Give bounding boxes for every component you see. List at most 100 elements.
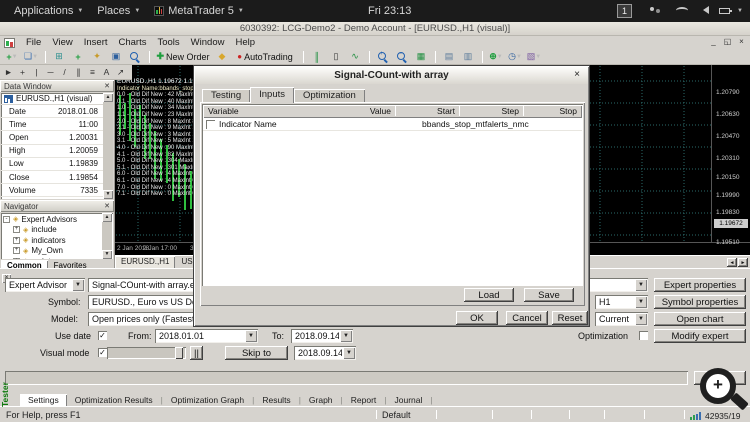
indicators-icon[interactable]: ⊕ ▼ xyxy=(487,50,505,64)
scroll-up-icon[interactable]: ▲ xyxy=(103,93,113,102)
tab-inputs[interactable]: Inputs xyxy=(250,87,294,103)
tab-scroll-right-icon[interactable]: ► xyxy=(738,258,748,267)
menu-tools[interactable]: Tools xyxy=(157,37,179,48)
expand-icon[interactable]: + xyxy=(13,226,20,234)
tray-chevron-down-icon[interactable]: ▼ xyxy=(737,8,743,14)
load-button[interactable]: Load xyxy=(464,288,514,302)
channel-icon[interactable]: ∥ xyxy=(72,65,85,79)
ok-button[interactable]: OK xyxy=(456,311,498,325)
tree-item-expert-advisors[interactable]: - ◈ Expert Advisors xyxy=(3,214,113,225)
tab-results[interactable]: Results xyxy=(254,394,298,406)
header-value[interactable]: Value xyxy=(333,105,391,118)
tester-type-select[interactable]: Expert Advisor ▼ xyxy=(5,278,85,292)
navigator-header[interactable]: Navigator ✕ xyxy=(0,200,114,212)
data-window-icon[interactable]: + xyxy=(69,50,87,64)
menu-window[interactable]: Window xyxy=(191,37,225,48)
reset-button[interactable]: Reset xyxy=(552,311,588,325)
slider-thumb[interactable] xyxy=(175,347,183,359)
tester-side-label[interactable]: Tester xyxy=(0,372,11,418)
dialog-titlebar[interactable]: Signal-COunt-with array xyxy=(195,67,588,84)
skip-to-date-select[interactable]: 2018.09.14 ▼ xyxy=(294,346,356,360)
use-date-checkbox[interactable] xyxy=(98,331,107,340)
volume-icon[interactable] xyxy=(699,6,709,14)
desktop-clock[interactable]: Fri 23:13 xyxy=(368,5,411,17)
tab-testing[interactable]: Testing xyxy=(202,89,251,103)
to-date-select[interactable]: 2018.09.14 ▼ xyxy=(291,329,353,343)
close-icon[interactable]: ✕ xyxy=(104,202,110,210)
menu-file[interactable]: File xyxy=(26,37,41,48)
auto-arrange-icon[interactable]: ▤ xyxy=(440,50,458,64)
tab-settings[interactable]: Settings xyxy=(20,394,67,406)
terminal-icon[interactable]: ▣ xyxy=(107,50,125,64)
tile-windows-icon[interactable]: ▦ xyxy=(412,50,430,64)
autotrading-button[interactable]: ● AutoTrading xyxy=(232,50,298,64)
zoom-out-icon[interactable]: − xyxy=(393,50,411,64)
fibonacci-icon[interactable]: ≡ xyxy=(86,65,99,79)
navigator-icon[interactable]: ✦ xyxy=(88,50,106,64)
mdi-close-icon[interactable]: × xyxy=(735,37,748,48)
optimization-checkbox[interactable] xyxy=(639,331,648,340)
close-icon[interactable]: ✕ xyxy=(104,82,110,90)
menu-help[interactable]: Help xyxy=(235,37,255,48)
modify-expert-button[interactable]: Modify expert xyxy=(654,329,746,343)
bar-chart-icon[interactable]: ║ xyxy=(308,50,326,64)
tab-optimization[interactable]: Optimization xyxy=(294,89,365,103)
cascade-windows-icon[interactable]: ▥ xyxy=(459,50,477,64)
collapse-icon[interactable]: - xyxy=(3,215,10,223)
menu-insert[interactable]: Insert xyxy=(84,37,108,48)
visual-mode-checkbox[interactable] xyxy=(98,348,107,357)
speed-slider[interactable] xyxy=(107,347,186,359)
navigator-scrollbar[interactable]: ▲ ▼ xyxy=(102,213,112,259)
candlestick-chart-icon[interactable]: ▯ xyxy=(327,50,345,64)
tab-report[interactable]: Report xyxy=(343,394,385,406)
tab-optimization-results[interactable]: Optimization Results xyxy=(67,394,161,406)
text-label-icon[interactable]: A xyxy=(100,65,113,79)
tab-scroll-left-icon[interactable]: ◄ xyxy=(727,258,737,267)
header-start[interactable]: Start xyxy=(399,105,455,118)
menu-view[interactable]: View xyxy=(52,37,72,48)
market-watch-icon[interactable]: ⊞ xyxy=(50,50,68,64)
tree-item-include[interactable]: + ◈ include xyxy=(3,225,113,236)
tab-graph[interactable]: Graph xyxy=(301,394,341,406)
chart-tab-eurusd[interactable]: EURUSD.,H1 xyxy=(115,256,176,268)
battery-icon[interactable] xyxy=(719,8,732,14)
mdi-restore-icon[interactable]: ◱ xyxy=(721,37,734,48)
vertical-line-icon[interactable]: | xyxy=(30,65,43,79)
cancel-button[interactable]: Cancel xyxy=(506,311,548,325)
tab-optimization-graph[interactable]: Optimization Graph xyxy=(163,394,252,406)
scroll-down-icon[interactable]: ▼ xyxy=(102,250,112,259)
header-step[interactable]: Step xyxy=(463,105,520,118)
templates-icon[interactable]: ▧ ▼ xyxy=(525,50,543,64)
cursor-icon[interactable]: ► xyxy=(2,65,15,79)
scroll-up-icon[interactable]: ▲ xyxy=(102,213,112,222)
periods-clock-icon[interactable]: ◷ ▼ xyxy=(506,50,524,64)
from-date-select[interactable]: 2018.01.01 ▼ xyxy=(155,329,258,343)
save-button[interactable]: Save xyxy=(524,288,574,302)
header-variable[interactable]: Variable xyxy=(208,105,239,118)
strategy-tester-icon[interactable] xyxy=(126,50,144,64)
applications-menu[interactable]: Applications ▼ xyxy=(14,5,83,17)
line-chart-icon[interactable]: ∿ xyxy=(346,50,364,64)
crosshair-icon[interactable]: + xyxy=(16,65,29,79)
dialog-close-icon[interactable]: × xyxy=(571,69,583,81)
mdi-minimize-icon[interactable]: _ xyxy=(707,37,720,48)
expand-icon[interactable]: + xyxy=(13,236,20,244)
skip-to-button[interactable]: Skip to xyxy=(225,346,288,360)
row-checkbox[interactable] xyxy=(206,120,215,129)
new-chart-icon[interactable]: + ▼ xyxy=(3,50,21,64)
metatrader-menu[interactable]: MetaTrader 5 ▼ xyxy=(154,5,244,17)
wifi-icon[interactable] xyxy=(676,7,688,14)
status-profile[interactable]: Default xyxy=(382,410,411,420)
profiles-icon[interactable]: ❏ ▼ xyxy=(22,50,40,64)
chart-document-icon[interactable] xyxy=(4,37,15,48)
input-row-indicator-name[interactable]: Indicator Name bbands_stop_mtfalerts_nmc xyxy=(203,118,582,131)
horizontal-line-icon[interactable]: ─ xyxy=(44,65,57,79)
scroll-down-icon[interactable]: ▼ xyxy=(103,190,113,199)
workspace-indicator[interactable]: 1 xyxy=(617,4,632,18)
input-value[interactable]: bbands_stop_mtfalerts_nmc xyxy=(422,118,529,131)
spread-select[interactable]: Current ▼ xyxy=(595,312,648,326)
tree-item-indicators[interactable]: + ◈ indicators xyxy=(3,235,113,246)
data-window-symbol-row[interactable]: EURUSD.,H1 (visual) xyxy=(1,93,113,105)
data-window-header[interactable]: Data Window ✕ xyxy=(0,80,114,92)
tree-item-my-own[interactable]: + ◈ My_Own xyxy=(3,246,113,257)
